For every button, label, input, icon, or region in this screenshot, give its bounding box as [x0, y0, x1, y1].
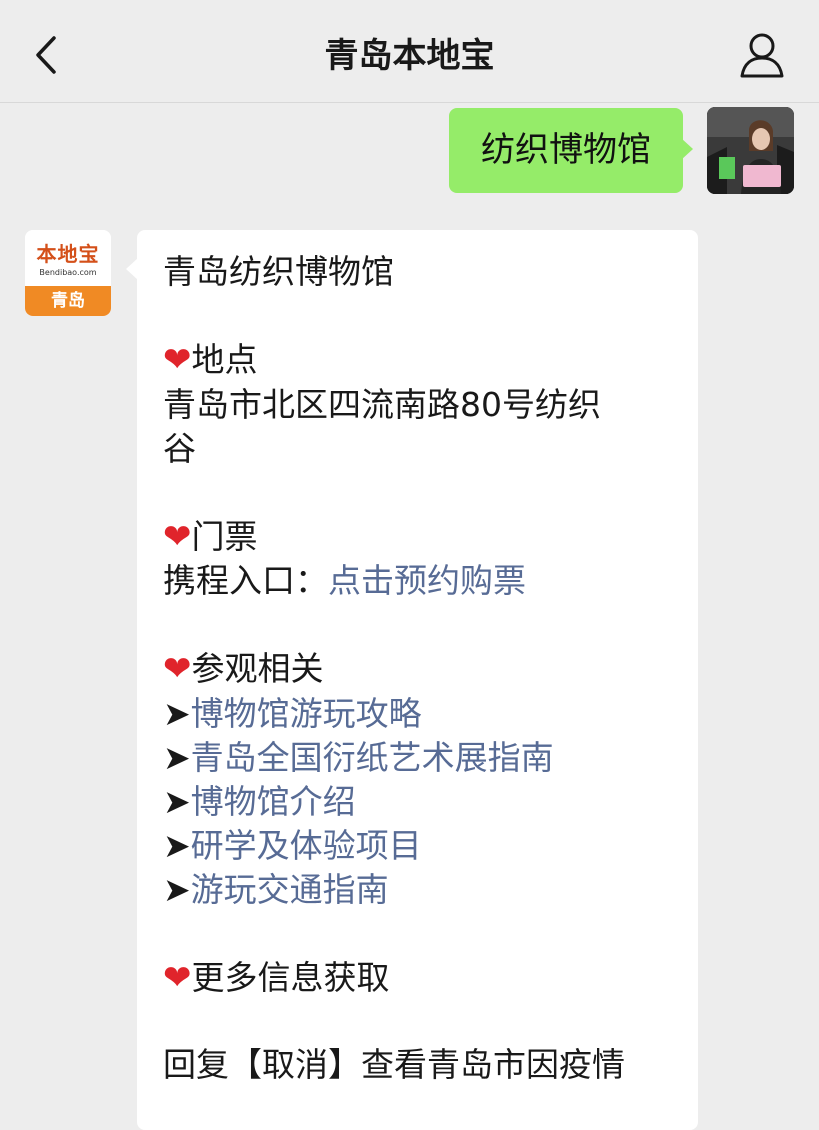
outgoing-bubble-tail	[681, 138, 693, 160]
location-line-1: 青岛市北区四流南路80号纺织	[163, 385, 601, 424]
visit-link-transport[interactable]: 游玩交通指南	[191, 870, 389, 909]
visit-link-intro[interactable]: 博物馆介绍	[191, 782, 356, 821]
logo-text: 本地宝	[36, 242, 100, 266]
heart-icon: ❤	[163, 958, 192, 998]
location-heading: ❤地点	[163, 338, 673, 382]
visit-link-item: ➤青岛全国衍纸艺术展指南	[163, 736, 673, 780]
logo-domain: Bendibao.com	[39, 268, 97, 277]
chat-title: 青岛本地宝	[324, 36, 495, 76]
ticket-heading-text: 门票	[191, 517, 258, 556]
chat-header: 青岛本地宝	[0, 0, 819, 103]
location-heading-text: 地点	[191, 340, 258, 379]
visit-link-exhibition[interactable]: 青岛全国衍纸艺术展指南	[191, 738, 554, 777]
ticket-prefix: 携程入口：	[163, 561, 328, 600]
logo-city: 青岛	[51, 291, 85, 311]
heart-icon: ❤	[163, 517, 192, 557]
logo-top: 本地宝 Bendibao.com	[25, 230, 111, 286]
visit-link-item: ➤游玩交通指南	[163, 868, 673, 912]
heart-icon: ❤	[163, 649, 192, 689]
visit-link-guide[interactable]: 博物馆游玩攻略	[191, 694, 422, 733]
arrow-icon: ➤	[163, 826, 191, 865]
arrow-icon: ➤	[163, 782, 191, 821]
visit-heading-text: 参观相关	[191, 649, 324, 688]
ticket-link[interactable]: 点击预约购票	[328, 561, 526, 600]
location-line-2: 谷	[163, 429, 196, 468]
user-avatar[interactable]	[707, 107, 794, 194]
arrow-icon: ➤	[163, 694, 191, 733]
user-photo-image	[707, 107, 794, 194]
visit-link-item: ➤博物馆游玩攻略	[163, 692, 673, 736]
ticket-line: 携程入口：点击预约购票	[163, 559, 673, 603]
more-heading: ❤更多信息获取	[163, 956, 673, 1000]
bot-avatar[interactable]: 本地宝 Bendibao.com 青岛	[25, 230, 111, 316]
footer-line: 回复【取消】查看青岛市因疫情	[163, 1045, 625, 1084]
arrow-icon: ➤	[163, 870, 191, 909]
visit-link-item: ➤博物馆介绍	[163, 780, 673, 824]
outgoing-message-text: 纺织博物馆	[481, 130, 651, 170]
arrow-icon: ➤	[163, 738, 191, 777]
reply-title: 青岛纺织博物馆	[163, 252, 394, 291]
more-heading-text: 更多信息获取	[191, 958, 390, 997]
visit-link-item: ➤研学及体验项目	[163, 824, 673, 868]
profile-button[interactable]	[734, 30, 790, 82]
visit-link-study[interactable]: 研学及体验项目	[191, 826, 422, 865]
visit-heading: ❤参观相关	[163, 647, 673, 691]
outgoing-message-bubble[interactable]: 纺织博物馆	[449, 108, 683, 193]
ticket-heading: ❤门票	[163, 515, 673, 559]
heart-icon: ❤	[163, 340, 192, 380]
person-icon	[740, 33, 784, 78]
logo-bottom: 青岛	[25, 286, 111, 316]
